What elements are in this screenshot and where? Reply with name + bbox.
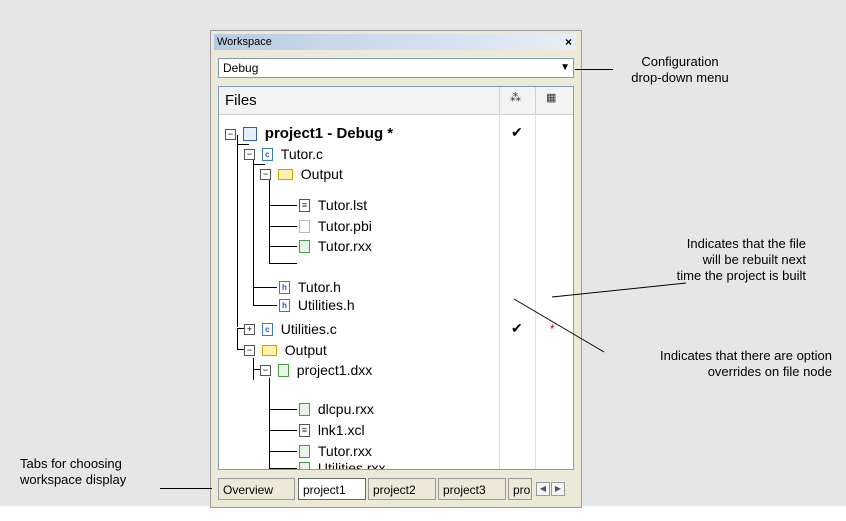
callout-tabs: Tabs for choosing workspace display — [20, 456, 190, 488]
callout-text: Indicates that there are option — [659, 348, 832, 363]
callout-leader — [160, 488, 212, 489]
callout-overrides: Indicates that there are option override… — [600, 348, 832, 380]
callout-text: workspace display — [20, 472, 127, 487]
callout-leaders — [513, 282, 687, 353]
override-leader-line — [513, 298, 605, 353]
rebuild-leader-line — [551, 282, 687, 298]
callout-text: Tabs for choosing — [20, 456, 122, 471]
callout-text: overrides on file node — [707, 364, 832, 379]
